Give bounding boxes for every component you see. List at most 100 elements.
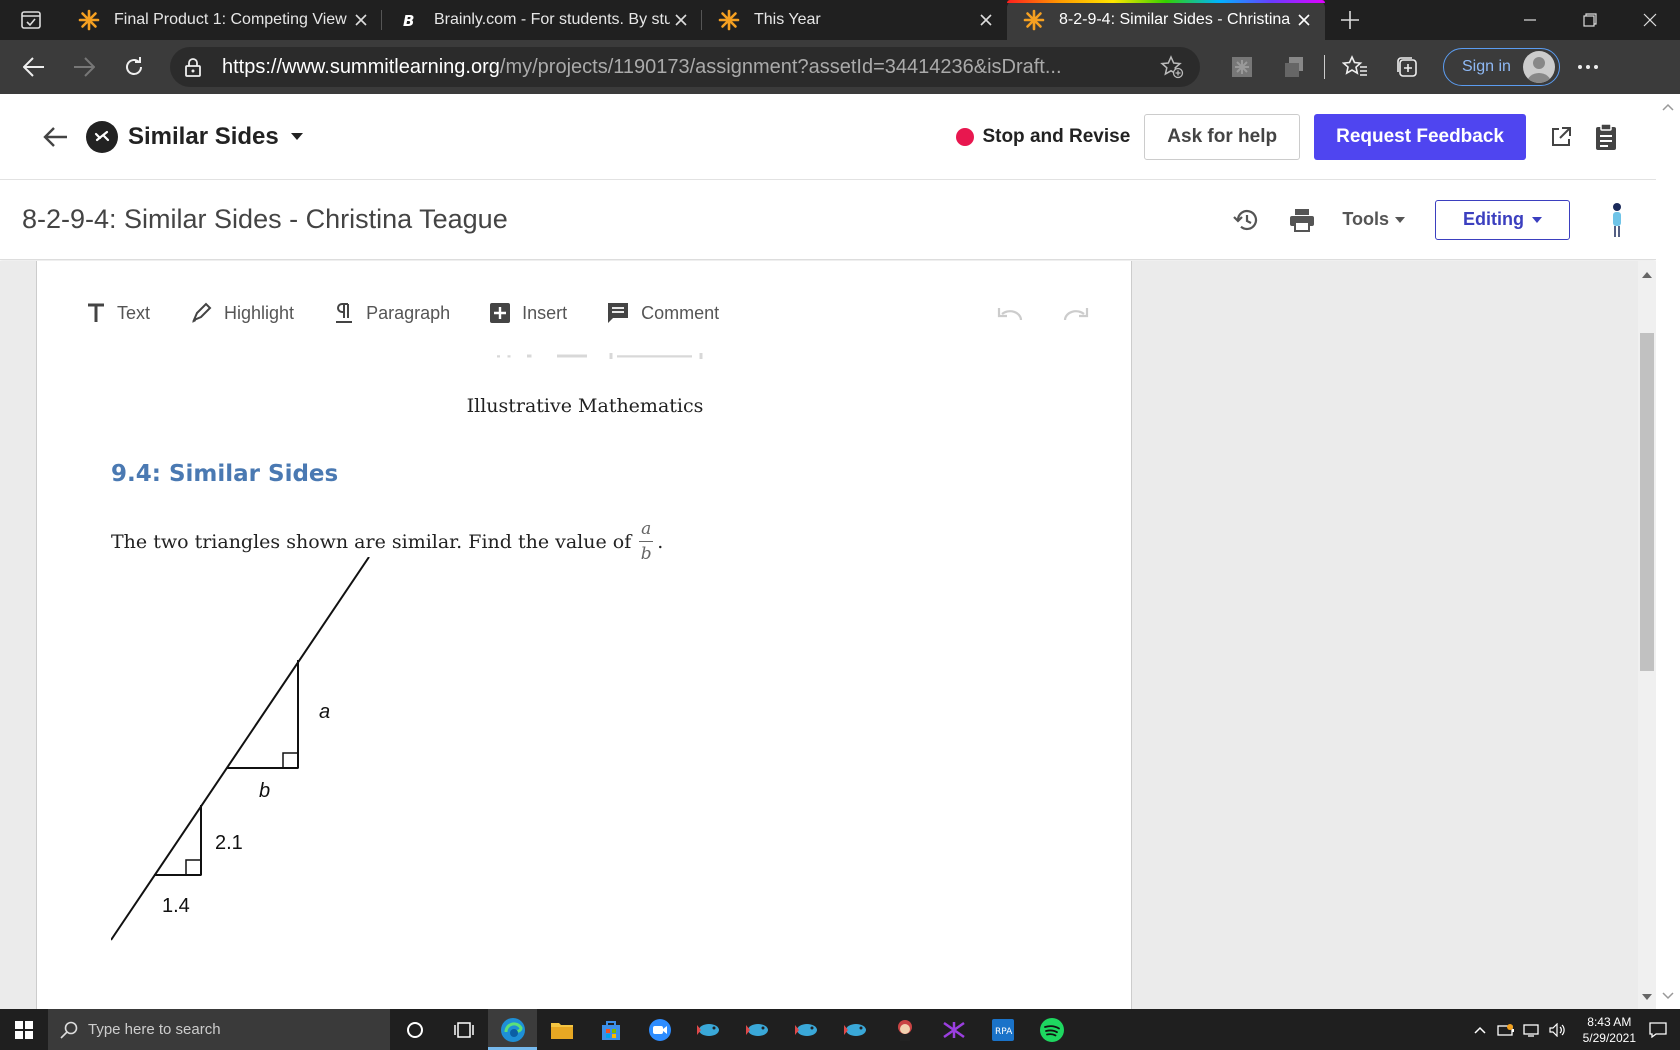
taskbar-app-fish-2[interactable] [733,1009,782,1050]
taskbar-store[interactable] [586,1009,635,1050]
extension-button-2[interactable] [1268,47,1320,87]
request-feedback-button[interactable]: Request Feedback [1314,113,1526,160]
task-view-icon [453,1021,474,1038]
insert-tool[interactable]: Insert [490,303,567,324]
scroll-up-arrow-icon[interactable] [1662,98,1674,116]
back-button[interactable] [10,47,58,87]
browser-tab-active[interactable]: 8-2-9-4: Similar Sides - Christina [1007,0,1325,40]
redo-button[interactable] [1043,305,1109,321]
page-scrollbar[interactable] [1656,94,1680,1009]
highlight-tool[interactable]: Highlight [190,302,294,324]
close-tab-icon[interactable] [975,9,997,31]
cut-off-text-line [497,353,703,359]
taskbar-app-fish-3[interactable] [782,1009,831,1050]
summit-asterisk-icon [78,9,100,31]
cortana-button[interactable] [390,1009,439,1050]
new-tab-button[interactable] [1325,0,1375,40]
back-to-project-button[interactable] [42,126,72,148]
task-view-button[interactable] [439,1009,488,1050]
taskbar-zoom[interactable] [635,1009,684,1050]
taskbar-app-character[interactable] [880,1009,929,1050]
minimize-icon [1524,19,1536,21]
forward-button[interactable] [60,47,108,87]
arrow-left-icon [23,57,44,77]
paragraph-tool[interactable]: Paragraph [334,302,450,324]
spotify-icon [1039,1017,1064,1042]
browser-menu-button[interactable] [1560,64,1616,70]
chevron-up-icon[interactable] [1469,1026,1491,1034]
taskbar-app-purple[interactable] [929,1009,978,1050]
collections-button[interactable] [1381,47,1433,87]
project-title[interactable]: Similar Sides [128,123,279,151]
taskbar-spotify[interactable] [1027,1009,1076,1050]
browser-tab-1[interactable]: Final Product 1: Competing View [62,0,382,40]
browser-tab-2[interactable]: B Brainly.com - For students. By stu [382,0,702,40]
notifications-icon[interactable] [1636,1021,1680,1038]
user-avatar-icon[interactable] [1600,200,1634,240]
content-scrollbar[interactable] [1638,261,1656,1009]
close-tab-icon[interactable] [1293,9,1315,31]
version-history-button[interactable] [1218,208,1274,232]
close-icon [1643,13,1657,27]
attribution-text: Illustrative Mathematics [466,395,704,417]
restore-button[interactable] [1560,0,1620,40]
document-canvas: Text Highlight Paragraph Insert Comment [0,261,1656,1009]
tools-menu[interactable]: Tools [1342,209,1405,230]
network-icon[interactable] [1521,1023,1543,1037]
svg-text:RPA: RPA [995,1027,1013,1037]
taskbar-app-fish-1[interactable] [684,1009,733,1050]
taskbar-app-fish-4[interactable] [831,1009,880,1050]
ask-for-help-button[interactable]: Ask for help [1144,113,1301,160]
fraction-denominator: b [640,544,652,564]
folder-icon [550,1022,573,1039]
game-fish-icon [696,1023,719,1036]
print-button[interactable] [1274,208,1330,232]
tab-actions-button[interactable] [0,0,62,40]
fraction-a-over-b: a b [639,519,654,564]
redo-icon [1063,308,1089,321]
game-fish-icon [745,1023,768,1036]
similar-triangles-figure: a b 2.1 1.4 [111,557,370,941]
search-icon [60,1021,78,1039]
taskbar-app-blue[interactable]: RPA [978,1009,1027,1050]
refresh-button[interactable] [110,47,158,87]
collections-icon [1397,57,1417,77]
undo-button[interactable] [977,305,1043,321]
taskbar-clock[interactable]: 8:43 AM 5/29/2021 [1583,1014,1636,1046]
taskbar-edge[interactable] [488,1009,537,1050]
start-button[interactable] [0,1009,48,1050]
close-window-button[interactable] [1620,0,1680,40]
scroll-down-arrow-icon[interactable] [1642,987,1652,1005]
clipboard-icon[interactable] [1594,122,1618,151]
comment-tool-label: Comment [641,302,720,323]
comment-tool[interactable]: Comment [607,302,719,324]
tab-actions-icon [21,11,41,29]
taskbar-search-box[interactable]: Type here to search [48,1009,390,1050]
text-tool[interactable]: Text [87,303,150,324]
restore-icon [1583,13,1597,27]
chevron-down-icon[interactable] [290,132,303,141]
status-label: Stop and Revise [982,125,1131,147]
minimize-button[interactable] [1500,0,1560,40]
tab-title: 8-2-9-4: Similar Sides - Christina [1059,11,1291,28]
extension-button[interactable] [1216,47,1268,87]
editing-mode-dropdown[interactable]: Editing [1435,199,1570,240]
document-page[interactable]: Text Highlight Paragraph Insert Comment [36,261,1132,1009]
browser-tab-3[interactable]: This Year [702,0,1007,40]
tab-title: Final Product 1: Competing View [114,11,347,28]
close-tab-icon[interactable] [350,9,372,31]
favorites-button[interactable] [1329,47,1381,87]
scroll-down-arrow-icon[interactable] [1662,987,1674,1005]
close-tab-icon[interactable] [670,9,692,31]
sign-in-button[interactable]: Sign in [1443,48,1560,86]
add-favorite-icon[interactable] [1160,55,1186,79]
scroll-up-arrow-icon[interactable] [1642,265,1652,283]
url-field[interactable]: https://www.summitlearning.org/my/projec… [170,47,1200,87]
taskbar-file-explorer[interactable] [537,1009,586,1050]
scrollbar-thumb[interactable] [1640,333,1654,671]
volume-icon[interactable] [1547,1022,1569,1037]
open-external-icon[interactable] [1550,126,1572,148]
battery-icon[interactable] [1495,1023,1517,1037]
section-title: 9.4: Similar Sides [111,461,339,487]
fraction-numerator: a [641,519,652,539]
